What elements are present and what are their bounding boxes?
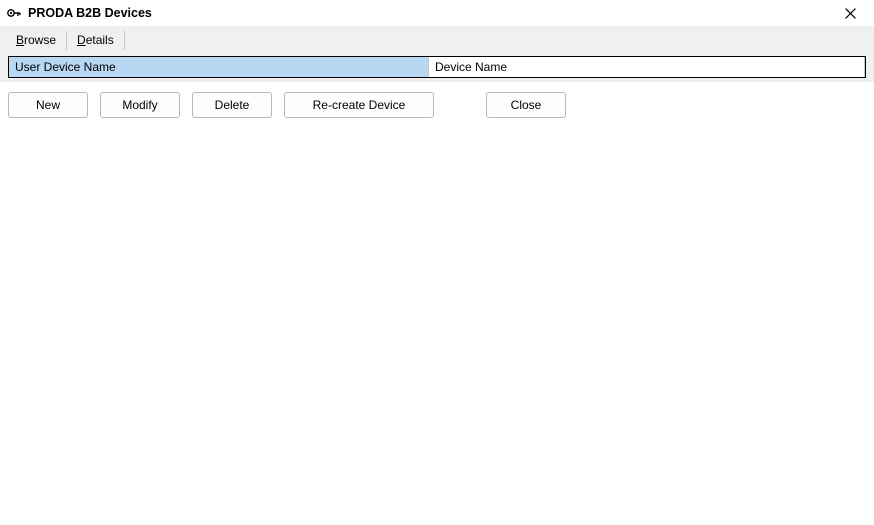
tab-browse-accel: B (16, 33, 24, 47)
column-user-device-name[interactable]: User Device Name (9, 57, 429, 77)
content-area: User Device Name Device Name (0, 50, 874, 82)
tab-details-accel: D (77, 33, 86, 47)
delete-button[interactable]: Delete (192, 92, 272, 118)
tab-details-rest: etails (86, 33, 114, 47)
close-window-button[interactable] (828, 0, 872, 26)
close-icon (845, 8, 856, 19)
tabstrip: Browse Details (0, 26, 874, 50)
close-button[interactable]: Close (486, 92, 566, 118)
tab-details[interactable]: Details (67, 31, 125, 50)
window-root: PRODA B2B Devices Browse Details User De… (0, 0, 874, 525)
modify-button[interactable]: Modify (100, 92, 180, 118)
grid-header: User Device Name Device Name (9, 57, 865, 77)
key-icon (6, 5, 22, 21)
column-device-name[interactable]: Device Name (429, 57, 865, 77)
new-button[interactable]: New (8, 92, 88, 118)
window-title: PRODA B2B Devices (28, 6, 152, 20)
button-row: New Modify Delete Re-create Device Close (0, 82, 874, 128)
tab-browse-rest: rowse (24, 33, 56, 47)
recreate-device-button[interactable]: Re-create Device (284, 92, 434, 118)
tab-area: Browse Details User Device Name Device N… (0, 26, 874, 82)
device-grid[interactable]: User Device Name Device Name (8, 56, 866, 78)
titlebar: PRODA B2B Devices (0, 0, 874, 26)
tab-browse[interactable]: Browse (6, 31, 67, 50)
